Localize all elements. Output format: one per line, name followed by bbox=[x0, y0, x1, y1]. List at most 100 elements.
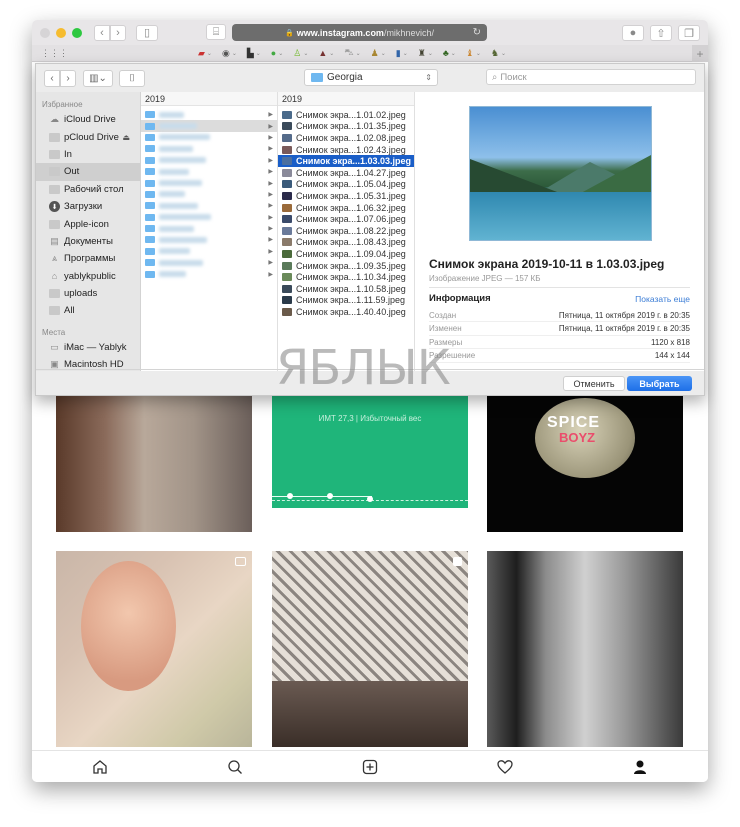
file-row[interactable]: Снимок экра...1.01.02.jpeg bbox=[278, 109, 414, 121]
folder-row[interactable]: ▶ bbox=[141, 189, 277, 200]
home-icon[interactable] bbox=[90, 757, 110, 777]
folder-row[interactable]: ▶ bbox=[141, 223, 277, 234]
bookmark-folder-person[interactable]: ♝ ⌄ bbox=[466, 48, 481, 59]
sidebar-item-all[interactable]: All bbox=[36, 302, 140, 319]
bookmark-folder-house[interactable]: ▲ ⌄ bbox=[318, 48, 334, 58]
bookmark-folder-money[interactable]: ♟ ⌄ bbox=[371, 48, 386, 59]
folder-row[interactable]: ▶ bbox=[141, 120, 277, 132]
folder-row[interactable]: ▶ bbox=[141, 155, 277, 166]
file-row[interactable]: Снимок экра...1.06.32.jpeg bbox=[278, 202, 414, 214]
forward-button[interactable]: › bbox=[110, 24, 126, 41]
bookmark-folder-trophy[interactable]: ♙ ⌄ bbox=[293, 48, 308, 59]
downloads-button[interactable]: ● bbox=[622, 25, 644, 41]
file-row[interactable]: Снимок экра...1.08.43.jpeg bbox=[278, 237, 414, 249]
file-row[interactable]: Снимок экра...1.07.06.jpeg bbox=[278, 213, 414, 225]
bookmark-folder-plant2[interactable]: ♞ ⌄ bbox=[491, 48, 506, 59]
new-folder-button[interactable]: ⌷ bbox=[119, 69, 145, 87]
folder-row[interactable]: ▶ bbox=[141, 143, 277, 154]
file-row[interactable]: Снимок экра...1.11.59.jpeg bbox=[278, 295, 414, 307]
address-bar[interactable]: 🔒 www.instagram.com/mikhnevich/ ↻ bbox=[232, 24, 487, 41]
back-button[interactable]: ‹ bbox=[94, 24, 110, 41]
folder-row[interactable]: ▶ bbox=[141, 200, 277, 211]
file-row[interactable]: Снимок экра...1.01.35.jpeg bbox=[278, 121, 414, 133]
folder-row[interactable]: ▶ bbox=[141, 246, 277, 257]
folder-row[interactable]: ▶ bbox=[141, 234, 277, 245]
sidebar-toggle-button[interactable]: ▯ bbox=[136, 24, 158, 41]
bmi-text: ИМТ 27,3 | Избыточный вес bbox=[318, 414, 422, 423]
folder-row[interactable]: ▶ bbox=[141, 257, 277, 268]
photo-tile-vintage-family[interactable] bbox=[487, 551, 683, 747]
photo-tile-weight-chart[interactable]: ИМТ 27,3 | Избыточный вес bbox=[272, 396, 468, 532]
file-row[interactable]: Снимок экра...1.05.31.jpeg bbox=[278, 190, 414, 202]
location-popup[interactable]: Georgia ⇕ bbox=[304, 69, 438, 86]
sidebar-item-pcloud-drive[interactable]: pCloud Drive ⏏ bbox=[36, 128, 140, 145]
show-more-link[interactable]: Показать еще bbox=[635, 294, 690, 304]
bookmark-folder-clapper[interactable]: ▙ ⌄ bbox=[247, 48, 261, 59]
sidebar-item-загрузки[interactable]: ⬇ Загрузки bbox=[36, 198, 140, 215]
sidebar-item-out[interactable]: Out bbox=[36, 163, 140, 181]
cancel-button[interactable]: Отменить bbox=[563, 376, 625, 391]
file-row[interactable]: Снимок экра...1.02.43.jpeg bbox=[278, 144, 414, 156]
new-post-icon[interactable] bbox=[360, 757, 380, 777]
close-button[interactable] bbox=[40, 27, 50, 38]
bookmark-folder-car[interactable]: ▰ ⌄ bbox=[198, 48, 212, 59]
file-row[interactable]: Снимок экра...1.04.27.jpeg bbox=[278, 167, 414, 179]
image-thumbnail-icon bbox=[282, 145, 292, 154]
tabs-button[interactable]: ❐ bbox=[678, 25, 700, 41]
sidebar-item-in[interactable]: In bbox=[36, 146, 140, 163]
file-row[interactable]: Снимок экра...1.03.03.jpeg bbox=[278, 155, 414, 167]
new-tab-button[interactable]: + bbox=[692, 45, 708, 62]
view-mode-button[interactable]: ▥⌄ bbox=[83, 69, 113, 87]
folder-row[interactable]: ▶ bbox=[141, 268, 277, 279]
eject-icon[interactable]: ⏏ bbox=[122, 133, 130, 142]
bookmark-folder-plant[interactable]: ♣ ⌄ bbox=[443, 48, 456, 58]
bookmark-folder-gear[interactable]: ◉ ⌄ bbox=[222, 48, 237, 59]
bookmark-folder-apple[interactable]: ● ⌄ bbox=[271, 48, 283, 58]
file-row[interactable]: Снимок экра...1.10.34.jpeg bbox=[278, 271, 414, 283]
file-row[interactable]: Снимок экра...1.10.58.jpeg bbox=[278, 283, 414, 295]
folder-row[interactable]: ▶ bbox=[141, 109, 277, 120]
sidebar-item-yablykpublic[interactable]: ⌂ yablykpublic bbox=[36, 268, 140, 285]
file-row[interactable]: Снимок экра...1.02.08.jpeg bbox=[278, 132, 414, 144]
photo-tile-smiling-boy[interactable] bbox=[56, 551, 252, 747]
search-icon[interactable] bbox=[225, 757, 245, 777]
sidebar-item-рабочий-стол[interactable]: Рабочий стол bbox=[36, 181, 140, 198]
grid-icon[interactable]: ⋮⋮⋮ bbox=[41, 48, 68, 59]
bookmark-folder-spy[interactable]: ♜ ⌄ bbox=[418, 48, 433, 59]
dialog-back-button[interactable]: ‹ bbox=[44, 69, 60, 87]
choose-button[interactable]: Выбрать bbox=[627, 376, 692, 391]
minimize-button[interactable] bbox=[56, 27, 66, 38]
folder-row[interactable]: ▶ bbox=[141, 166, 277, 177]
folder-row[interactable]: ▶ bbox=[141, 132, 277, 143]
dialog-forward-button[interactable]: › bbox=[60, 69, 76, 87]
file-row[interactable]: Снимок экра...1.09.35.jpeg bbox=[278, 260, 414, 272]
file-row[interactable]: Снимок экра...1.09.04.jpeg bbox=[278, 248, 414, 260]
file-row[interactable]: Снимок экра...1.40.40.jpeg bbox=[278, 306, 414, 318]
reader-button[interactable]: ⌸ bbox=[206, 24, 226, 40]
sidebar-item-apple-icon[interactable]: Apple-icon bbox=[36, 215, 140, 232]
heart-icon[interactable] bbox=[495, 757, 515, 777]
reload-icon[interactable]: ↻ bbox=[473, 27, 481, 38]
photo-tile-child-sweater[interactable] bbox=[56, 396, 252, 532]
info-header: Информация bbox=[429, 293, 491, 304]
photo-tile-spice-boyz-moon[interactable]: SPICE BOYZ bbox=[487, 396, 683, 532]
sidebar-item-программы[interactable]: ⩓ Программы bbox=[36, 250, 140, 267]
sidebar-item-uploads[interactable]: uploads bbox=[36, 285, 140, 302]
sidebar-item-imac-yablyk[interactable]: ▭ iMac — Yablyk bbox=[36, 339, 140, 356]
sidebar-item-icloud-drive[interactable]: ☁ iCloud Drive bbox=[36, 111, 140, 128]
folder-icon bbox=[145, 122, 155, 130]
favorites-header: Избранное bbox=[42, 100, 83, 109]
folder-row[interactable]: ▶ bbox=[141, 212, 277, 223]
zoom-button[interactable] bbox=[72, 27, 82, 38]
photo-tile-lace-curtain[interactable] bbox=[272, 551, 468, 747]
file-row[interactable]: Снимок экра...1.05.04.jpeg bbox=[278, 179, 414, 191]
profile-icon[interactable] bbox=[630, 757, 650, 777]
image-thumbnail-icon bbox=[282, 238, 292, 247]
folder-row[interactable]: ▶ bbox=[141, 177, 277, 188]
file-row[interactable]: Снимок экра...1.08.22.jpeg bbox=[278, 225, 414, 237]
sidebar-item-документы[interactable]: ▤ Документы bbox=[36, 233, 140, 250]
share-button[interactable]: ⇧ bbox=[650, 25, 672, 41]
search-field[interactable]: ⌕ Поиск bbox=[486, 69, 696, 85]
bookmark-folder-chart[interactable]: ▮ ⌄ bbox=[396, 48, 408, 59]
bookmark-folder-cart[interactable]: ⛍ ⌄ bbox=[344, 47, 360, 59]
